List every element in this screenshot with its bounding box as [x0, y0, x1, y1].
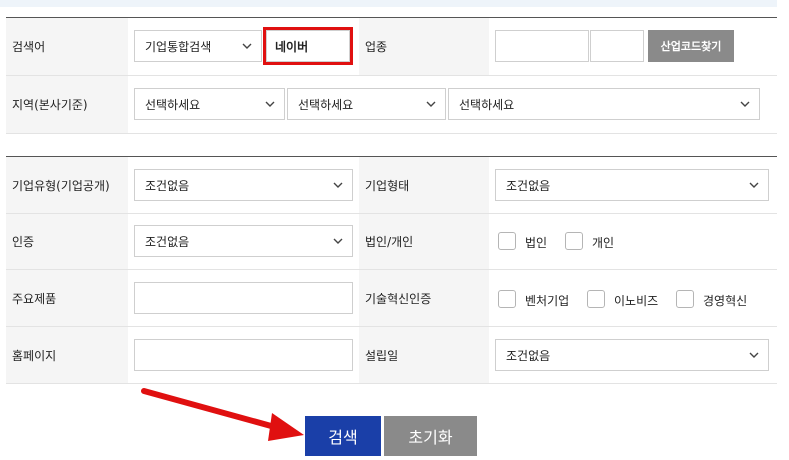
row-divider — [6, 133, 777, 134]
tech-innovation-label: 기술혁신인증 — [359, 270, 489, 326]
venture-checkbox-label: 벤처기업 — [525, 294, 570, 308]
reset-button[interactable]: 초기화 — [384, 416, 477, 456]
search-type-value: 기업통합검색 — [145, 39, 212, 54]
search-button[interactable]: 검색 — [305, 416, 381, 456]
certification-select[interactable]: 조건없음 — [134, 225, 353, 257]
management-innovation-checkbox[interactable] — [676, 290, 694, 308]
industry-label: 업종 — [359, 18, 489, 75]
company-form-label: 기업형태 — [359, 157, 489, 213]
venture-checkbox[interactable] — [498, 290, 516, 308]
company-form-value: 조건없음 — [506, 178, 551, 193]
red-highlight-box — [263, 27, 353, 65]
company-type-value: 조건없음 — [145, 178, 190, 193]
company-form-select[interactable]: 조건없음 — [495, 169, 769, 201]
corporation-checkbox-label: 법인 — [525, 236, 548, 250]
row-divider — [6, 383, 777, 384]
company-type-select[interactable]: 조건없음 — [134, 169, 353, 201]
region-select-3[interactable]: 선택하세요 — [448, 88, 760, 120]
region-select-2-value: 선택하세요 — [298, 97, 354, 112]
established-label: 설립일 — [359, 327, 489, 383]
region-label: 지역(본사기준) — [6, 76, 128, 133]
chevron-down-icon — [333, 182, 343, 188]
certification-value: 조건없음 — [145, 234, 190, 249]
chevron-down-icon — [749, 182, 759, 188]
industry-code-input-1[interactable] — [495, 30, 589, 62]
main-products-input[interactable] — [134, 282, 353, 314]
established-select[interactable]: 조건없음 — [495, 339, 769, 371]
top-bar — [0, 0, 777, 7]
individual-checkbox-label: 개인 — [592, 236, 615, 250]
innobiz-checkbox[interactable] — [587, 290, 605, 308]
chevron-down-icon — [749, 352, 759, 358]
region-select-3-value: 선택하세요 — [459, 97, 515, 112]
red-arrow-annotation — [141, 388, 304, 441]
chevron-down-icon — [333, 238, 343, 244]
established-value: 조건없음 — [506, 348, 551, 363]
region-select-1[interactable]: 선택하세요 — [134, 88, 285, 120]
find-industry-code-button[interactable]: 산업코드찾기 — [648, 30, 734, 62]
search-type-select[interactable]: 기업통합검색 — [134, 30, 262, 62]
innobiz-checkbox-label: 이노비즈 — [614, 294, 659, 308]
homepage-label: 홈페이지 — [6, 327, 128, 383]
industry-code-input-2[interactable] — [590, 30, 644, 62]
individual-checkbox[interactable] — [565, 232, 583, 250]
corporation-checkbox[interactable] — [498, 232, 516, 250]
entity-type-label: 법인/개인 — [359, 214, 489, 269]
region-select-1-value: 선택하세요 — [145, 97, 201, 112]
region-select-2[interactable]: 선택하세요 — [287, 88, 446, 120]
company-type-label: 기업유형(기업공개) — [6, 157, 128, 213]
chevron-down-icon — [242, 43, 252, 49]
management-innovation-checkbox-label: 경영혁신 — [703, 294, 748, 308]
certification-label: 인증 — [6, 214, 128, 269]
main-products-label: 주요제품 — [6, 270, 128, 326]
chevron-down-icon — [265, 101, 275, 107]
chevron-down-icon — [740, 101, 750, 107]
homepage-input[interactable] — [134, 339, 353, 371]
keyword-label: 검색어 — [6, 18, 128, 75]
chevron-down-icon — [426, 101, 436, 107]
